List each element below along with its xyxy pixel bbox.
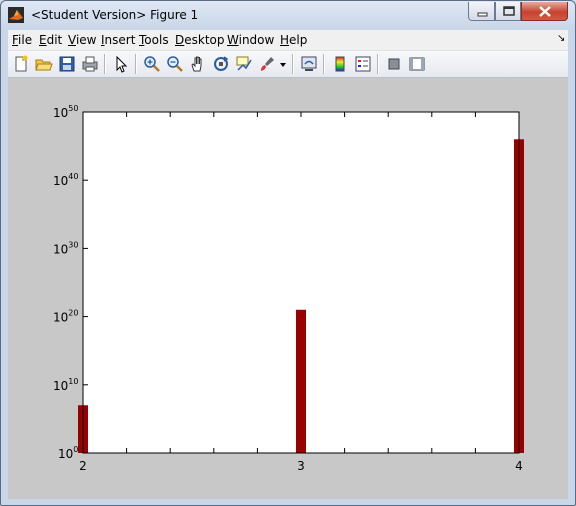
show-plot-tools-icon[interactable]: [407, 54, 427, 74]
minimize-button[interactable]: [468, 2, 495, 21]
menubar-dock-arrow-icon[interactable]: ↘: [557, 33, 565, 44]
pan-hand-icon[interactable]: [188, 54, 208, 74]
toolbar-separator: [323, 54, 325, 74]
menu-desktop[interactable]: Desktop: [175, 33, 225, 47]
x-tick-label: 4: [515, 459, 523, 473]
figure-toolbar: [8, 51, 568, 78]
maximize-button[interactable]: [495, 2, 521, 21]
menu-view[interactable]: View: [68, 33, 96, 47]
link-plot-icon[interactable]: [299, 54, 319, 74]
y-tick-label: 1010: [53, 377, 78, 393]
bar-3[interactable]: [296, 309, 306, 453]
y-tick-label: 1020: [53, 309, 78, 325]
maximize-icon: [503, 6, 515, 16]
y-tick-label: 1030: [53, 240, 78, 256]
zoom-out-icon[interactable]: [165, 54, 185, 74]
figure-window: <Student Version> Figure 1 File Edit Vie…: [0, 0, 576, 506]
save-icon[interactable]: [57, 54, 77, 74]
menu-file[interactable]: File: [12, 33, 32, 47]
title-bar[interactable]: <Student Version> Figure 1: [1, 1, 575, 30]
toolbar-separator: [135, 54, 137, 74]
colorbar-icon[interactable]: [330, 54, 350, 74]
x-tick-label: 3: [297, 459, 305, 473]
edit-plot-arrow-icon[interactable]: [111, 54, 131, 74]
brush-icon[interactable]: [257, 54, 277, 74]
brush-dropdown-icon[interactable]: [278, 54, 288, 74]
legend-icon[interactable]: [353, 54, 373, 74]
figure-canvas: 100 1010 1020 1030 1040 1050 2 3 4: [8, 78, 568, 499]
x-tick-label: 2: [79, 459, 87, 473]
close-icon: [539, 6, 551, 17]
y-tick-label: 1040: [53, 172, 78, 188]
data-cursor-icon[interactable]: [234, 54, 254, 74]
zoom-in-icon[interactable]: [142, 54, 162, 74]
menu-edit[interactable]: Edit: [39, 33, 62, 47]
new-figure-icon[interactable]: [11, 54, 31, 74]
bar-chart[interactable]: 100 1010 1020 1030 1040 1050 2 3 4: [8, 78, 568, 499]
matlab-logo-icon: [8, 7, 24, 23]
menu-insert[interactable]: Insert: [101, 33, 135, 47]
menu-tools[interactable]: Tools: [139, 33, 169, 47]
toolbar-separator: [377, 54, 379, 74]
window-title: <Student Version> Figure 1: [31, 8, 199, 22]
y-tick-label: 100: [58, 445, 78, 461]
minimize-icon: [477, 12, 488, 17]
y-tick-label: 1050: [53, 104, 78, 120]
toolbar-separator: [104, 54, 106, 74]
open-file-icon[interactable]: [34, 54, 54, 74]
hide-plot-tools-icon[interactable]: [384, 54, 404, 74]
menu-window[interactable]: Window: [227, 33, 274, 47]
menu-help[interactable]: Help: [280, 33, 307, 47]
print-icon[interactable]: [80, 54, 100, 74]
toolbar-separator: [292, 54, 294, 74]
close-button[interactable]: [521, 2, 568, 21]
menu-bar: File Edit View Insert Tools Desktop Wind…: [8, 30, 568, 51]
rotate-3d-icon[interactable]: [211, 54, 231, 74]
